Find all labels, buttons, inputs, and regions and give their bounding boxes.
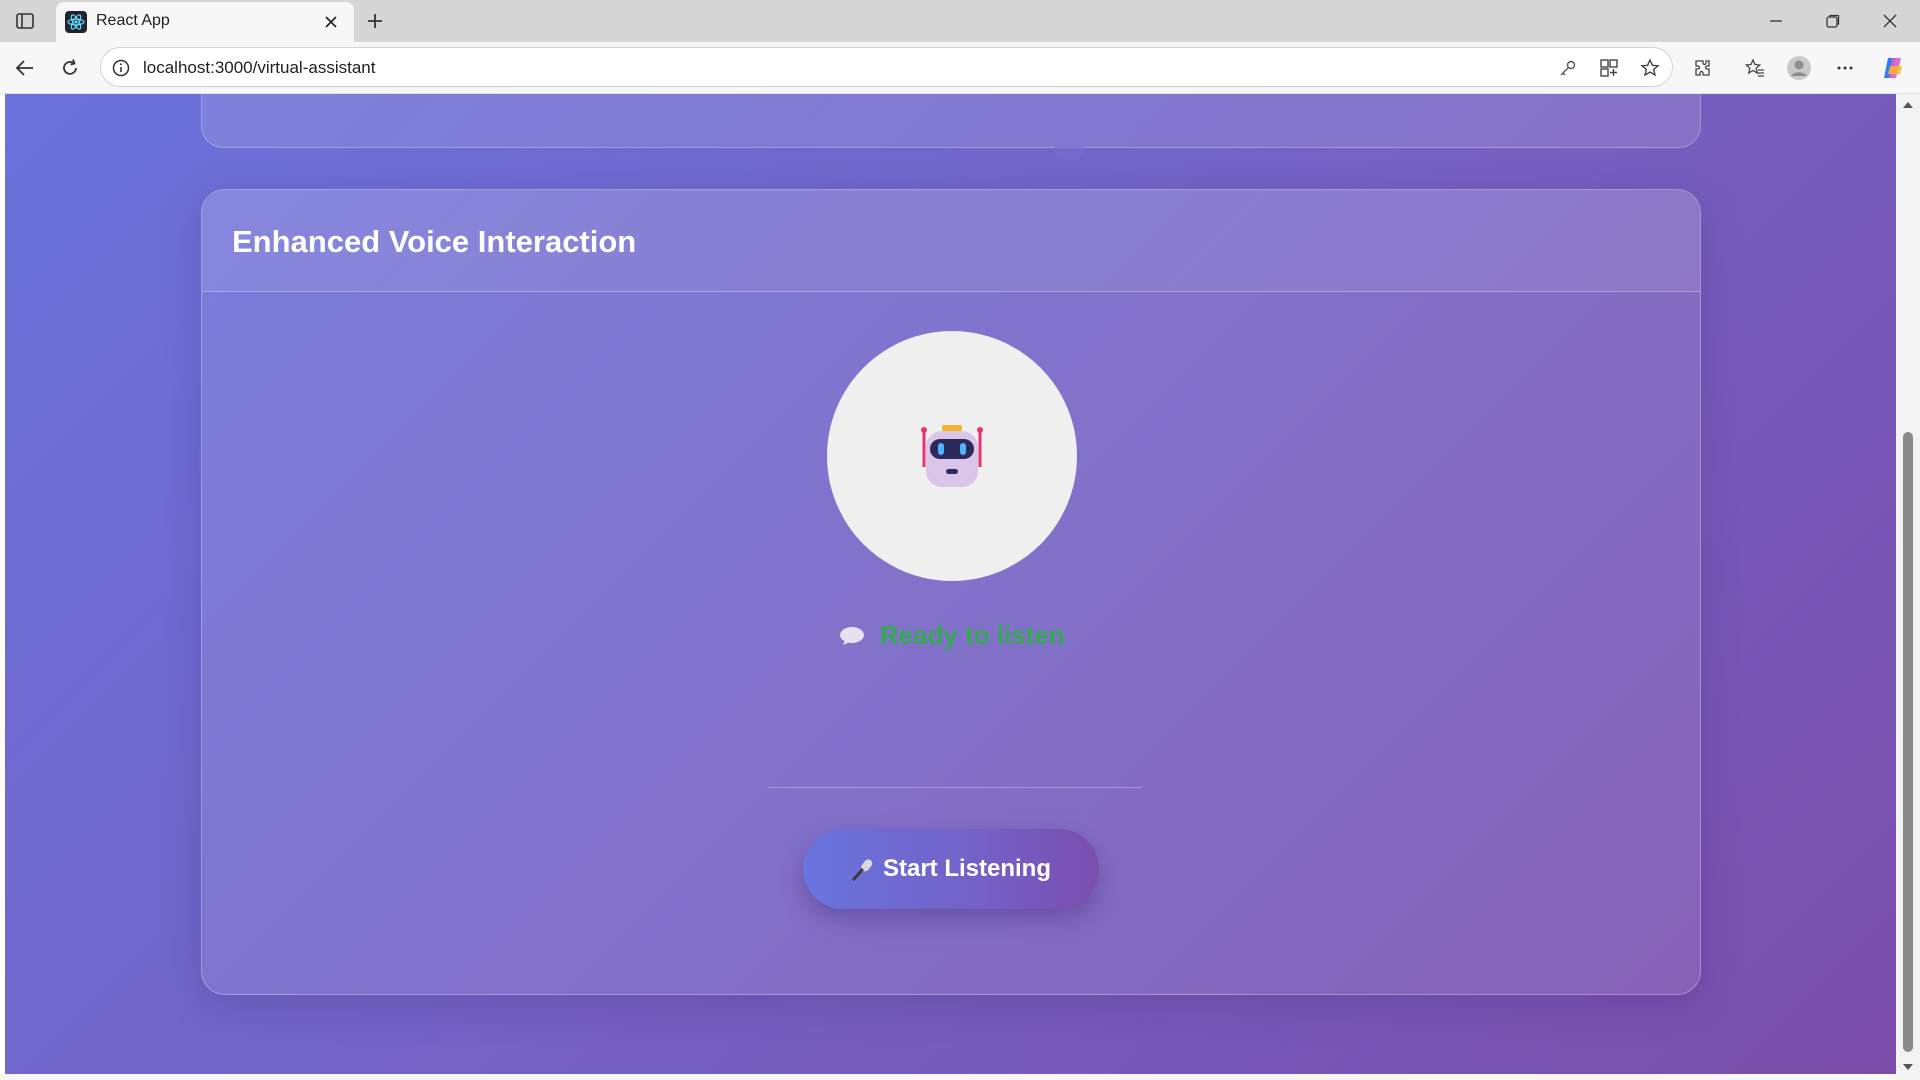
react-logo-icon <box>65 11 87 33</box>
browser-tab[interactable]: React App <box>56 2 354 42</box>
divider <box>768 787 1142 788</box>
assistant-avatar <box>827 331 1077 581</box>
restore-icon[interactable] <box>1805 4 1861 38</box>
previous-card <box>201 94 1701 148</box>
microphone-icon <box>851 857 875 881</box>
start-listening-button[interactable]: Start Listening <box>803 829 1099 909</box>
close-icon[interactable] <box>320 11 342 33</box>
reload-icon[interactable] <box>56 54 84 82</box>
minimize-icon[interactable] <box>1748 4 1804 38</box>
scroll-thumb[interactable] <box>1903 432 1913 1052</box>
profile-icon[interactable] <box>1785 54 1813 82</box>
favorites-icon[interactable] <box>1741 54 1769 82</box>
more-icon[interactable] <box>1831 54 1859 82</box>
tab-strip: React App <box>0 0 1920 42</box>
card-header: Enhanced Voice Interaction <box>202 190 1700 292</box>
browser-toolbar: localhost:3000/virtual-assistant <box>0 42 1920 94</box>
tab-title: React App <box>96 12 170 29</box>
speech-bubble-icon <box>840 626 865 645</box>
page-scrollbar[interactable] <box>1896 94 1920 1080</box>
close-window-icon[interactable] <box>1862 4 1918 38</box>
copilot-icon[interactable] <box>1879 54 1907 82</box>
extensions-icon[interactable] <box>1689 54 1717 82</box>
app-grid-icon[interactable] <box>1598 57 1620 79</box>
back-arrow-icon[interactable] <box>11 54 39 82</box>
status-line: Ready to listen <box>202 620 1702 651</box>
status-text: Ready to listen <box>879 620 1065 650</box>
sidebar-toggle-icon[interactable] <box>12 9 38 33</box>
page-viewport: Enhanced Voice Interaction Ready to list… <box>5 94 1896 1074</box>
start-listening-label: Start Listening <box>882 855 1051 882</box>
address-bar[interactable]: localhost:3000/virtual-assistant <box>100 47 1673 87</box>
card-title: Enhanced Voice Interaction <box>232 224 637 259</box>
decorative-dot <box>1054 146 1084 162</box>
key-icon[interactable] <box>1557 57 1579 79</box>
voice-interaction-card: Enhanced Voice Interaction Ready to list… <box>201 189 1701 995</box>
window-bottom-edge <box>0 1074 1896 1080</box>
info-icon[interactable] <box>111 58 131 78</box>
url-text: localhost:3000/virtual-assistant <box>143 58 376 77</box>
robot-icon <box>921 425 983 487</box>
scroll-up-icon[interactable] <box>1902 98 1914 110</box>
plus-icon[interactable] <box>362 9 388 33</box>
star-icon[interactable] <box>1639 57 1661 79</box>
scroll-down-icon[interactable] <box>1902 1060 1914 1072</box>
